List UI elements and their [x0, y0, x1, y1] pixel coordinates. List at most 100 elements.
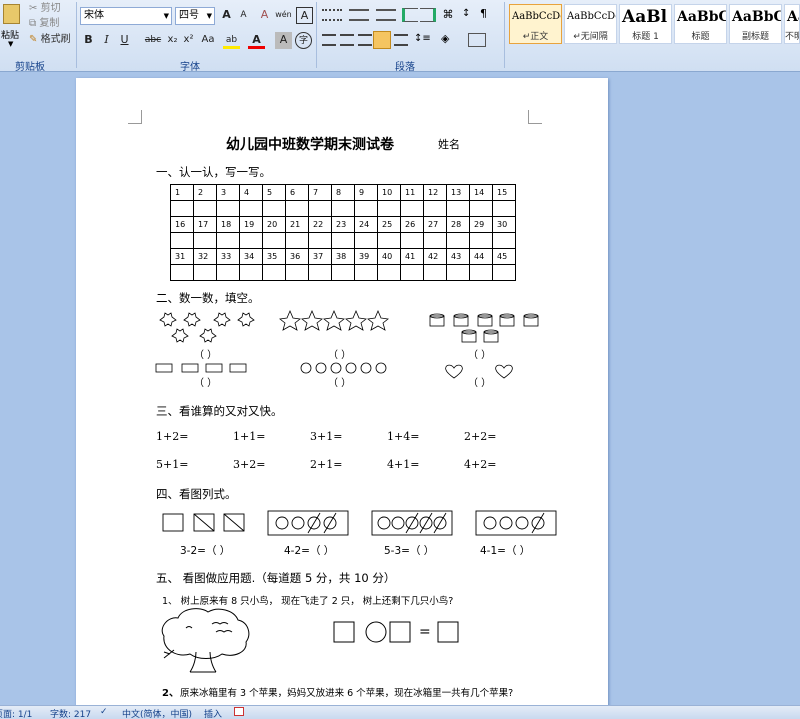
strikethrough-button[interactable]: abc [142, 32, 164, 49]
style-heading-1[interactable]: AaBl 标题 1 [619, 4, 672, 44]
style-title[interactable]: AaBbC 标题 [674, 4, 727, 44]
document-page[interactable]: 幼儿园中班数学期末测试卷 姓名 一、认一认，写一写。 1 2 3 4 5 6 7 8 9 10 11… [76, 78, 608, 705]
grid-cell-blank[interactable] [446, 264, 470, 281]
grid-cell-blank[interactable] [285, 264, 309, 281]
align-center-icon[interactable] [340, 34, 354, 46]
grid-cell-blank[interactable] [400, 232, 424, 249]
font-name-select[interactable]: 宋体 ▼ [80, 7, 172, 25]
borders-icon[interactable] [468, 33, 486, 47]
grid-cell-blank[interactable] [331, 232, 355, 249]
align-left-icon[interactable] [322, 34, 336, 46]
superscript-button[interactable]: x² [180, 32, 197, 49]
answer-blank[interactable]: （ ） [194, 374, 217, 389]
shrink-font-button[interactable]: A [235, 7, 252, 24]
grid-cell-blank[interactable] [400, 264, 424, 281]
grid-cell-blank[interactable] [239, 232, 263, 249]
bold-button[interactable]: B [80, 32, 97, 49]
grid-cell-blank[interactable] [239, 264, 263, 281]
grid-cell-blank[interactable] [216, 264, 240, 281]
insert-mode[interactable]: 插入 [204, 707, 222, 719]
chinese-layout-icon[interactable]: ⌘ [438, 8, 458, 22]
clear-format-button[interactable]: A [256, 7, 273, 24]
style-subtitle[interactable]: AaBbC 副标题 [729, 4, 782, 44]
grid-cell-blank[interactable] [423, 200, 447, 217]
grid-cell-blank[interactable] [170, 264, 194, 281]
grid-cell-blank[interactable] [170, 200, 194, 217]
grid-cell-blank[interactable] [423, 232, 447, 249]
grid-cell-blank[interactable] [492, 200, 516, 217]
italic-button[interactable]: I [98, 32, 115, 49]
grid-cell-blank[interactable] [308, 232, 332, 249]
grid-cell-blank[interactable] [170, 232, 194, 249]
grid-cell-blank[interactable] [446, 200, 470, 217]
word-count[interactable]: 字数: 217 [50, 707, 91, 719]
grid-cell-blank[interactable] [469, 264, 493, 281]
multilevel-list-icon[interactable] [376, 9, 396, 21]
char-border-button[interactable]: A [296, 7, 313, 24]
underline-button[interactable]: U [116, 32, 133, 49]
grid-cell-blank[interactable] [354, 200, 378, 217]
format-painter-button[interactable]: ✎ 格式刷 [28, 31, 72, 49]
macro-icon[interactable] [234, 707, 244, 716]
grid-cell-blank[interactable] [285, 232, 309, 249]
subscript-button[interactable]: x₂ [164, 32, 181, 49]
grid-cell-blank[interactable] [262, 200, 286, 217]
grid-cell-blank[interactable] [492, 264, 516, 281]
page-count[interactable]: 页面: 1/1 [0, 707, 32, 719]
spellcheck-icon[interactable]: ✓ [100, 707, 108, 717]
grid-cell-blank[interactable] [308, 264, 332, 281]
align-right-icon[interactable] [358, 34, 372, 46]
grid-cell-blank[interactable] [193, 232, 217, 249]
grid-cell-blank[interactable] [216, 232, 240, 249]
justify-icon[interactable] [373, 31, 391, 49]
grow-font-button[interactable]: A [218, 7, 235, 24]
bullets-icon[interactable] [322, 9, 342, 21]
grid-cell-blank[interactable] [469, 200, 493, 217]
document-area[interactable]: 幼儿园中班数学期末测试卷 姓名 一、认一认，写一写。 1 2 3 4 5 6 7 8 9 10 11… [0, 72, 800, 705]
paste-button[interactable]: 粘贴 ▼ [0, 2, 24, 54]
grid-cell-blank[interactable] [216, 200, 240, 217]
style-more[interactable]: AaBbC不明 [784, 4, 800, 44]
line-spacing-icon[interactable]: ↕≡ [414, 33, 432, 47]
grid-cell-blank[interactable] [262, 232, 286, 249]
grid-cell-blank[interactable] [285, 200, 309, 217]
distributed-icon[interactable] [394, 34, 408, 46]
font-color-button[interactable]: A [248, 32, 265, 49]
grid-cell-blank[interactable] [423, 264, 447, 281]
grid-cell-blank[interactable] [354, 232, 378, 249]
answer-blank[interactable]: （ ） [194, 346, 217, 361]
show-marks-icon[interactable]: ¶ [480, 7, 494, 21]
grid-cell-blank[interactable] [331, 264, 355, 281]
grid-cell-blank[interactable] [193, 200, 217, 217]
decrease-indent-icon[interactable] [402, 8, 418, 22]
shading-icon[interactable]: ◈ [441, 32, 459, 48]
style-no-spacing[interactable]: AaBbCcDc ↵无间隔 [564, 4, 617, 44]
style-normal[interactable]: AaBbCcDc ↵正文 [509, 4, 562, 44]
grid-cell-blank[interactable] [331, 200, 355, 217]
answer-blank[interactable]: （ ） [328, 346, 351, 361]
char-shading-button[interactable]: A [275, 32, 292, 49]
grid-cell-blank[interactable] [262, 264, 286, 281]
highlight-button[interactable]: ab [223, 32, 240, 49]
pinyin-button[interactable]: wén [275, 7, 292, 24]
answer-blank[interactable]: （ ） [328, 374, 351, 389]
grid-cell-blank[interactable] [492, 232, 516, 249]
enclose-char-button[interactable]: 字 [295, 32, 312, 49]
grid-cell-blank[interactable] [377, 200, 401, 217]
grid-cell-blank[interactable] [469, 232, 493, 249]
change-case-button[interactable]: Aa [198, 32, 218, 49]
language-indicator[interactable]: 中文(简体，中国) [122, 707, 192, 719]
sort-icon[interactable]: ↕ [462, 8, 476, 22]
grid-cell-blank[interactable] [377, 264, 401, 281]
answer-blank[interactable]: （ ） [468, 374, 491, 389]
font-size-select[interactable]: 四号 ▼ [175, 7, 215, 25]
grid-cell-blank[interactable] [193, 264, 217, 281]
increase-indent-icon[interactable] [420, 8, 436, 22]
grid-cell-blank[interactable] [239, 200, 263, 217]
grid-cell-blank[interactable] [446, 232, 470, 249]
grid-cell-blank[interactable] [354, 264, 378, 281]
answer-blank[interactable]: （ ） [468, 346, 491, 361]
numbering-icon[interactable] [349, 9, 369, 21]
grid-cell-blank[interactable] [308, 200, 332, 217]
grid-cell-blank[interactable] [400, 200, 424, 217]
